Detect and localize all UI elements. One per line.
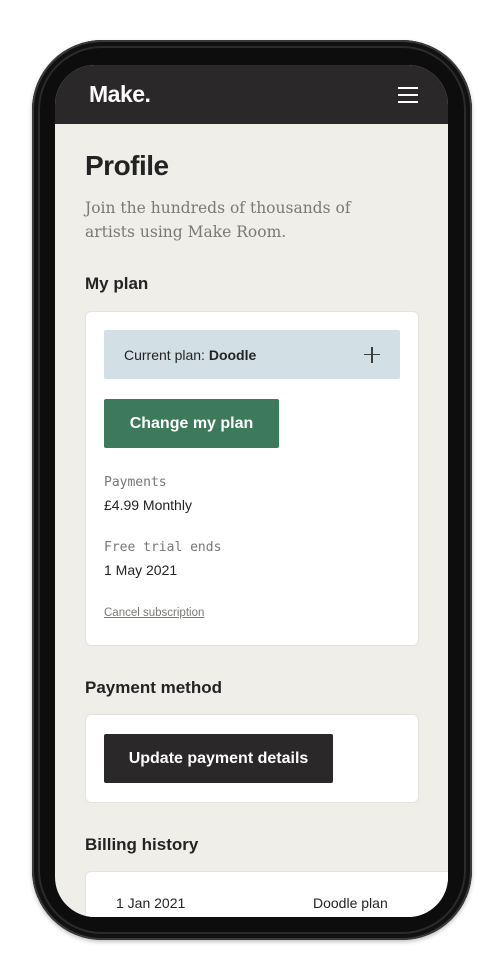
billing-plan: Doodle plan	[313, 895, 388, 911]
screen: Make. Profile Join the hundreds of thous…	[55, 65, 448, 917]
plus-icon[interactable]	[364, 346, 380, 363]
billing-history-table: 1 Jan 2021 Doodle plan	[85, 871, 448, 917]
my-plan-heading: My plan	[85, 274, 149, 293]
intro-text: Join the hundreds of thousands of artist…	[85, 199, 351, 241]
make-logo[interactable]: Make.	[89, 81, 151, 108]
current-plan-bar[interactable]: Current plan: Doodle	[104, 330, 400, 379]
trial-ends-value: 1 May 2021	[104, 562, 178, 578]
current-plan-name: Doodle	[208, 346, 257, 363]
cancel-subscription-link[interactable]: Cancel subscription	[104, 607, 204, 619]
update-payment-button[interactable]: Update payment details	[104, 734, 333, 783]
page-title: Profile	[85, 150, 169, 181]
billing-history-heading: Billing history	[85, 835, 199, 854]
billing-date: 1 Jan 2021	[116, 895, 186, 911]
hamburger-menu-icon[interactable]	[398, 86, 418, 103]
change-plan-button[interactable]: Change my plan	[104, 399, 279, 448]
payments-value: £4.99 Monthly	[104, 497, 192, 513]
top-navbar: Make.	[55, 65, 448, 124]
payments-label: Payments	[104, 475, 167, 490]
trial-ends-label: Free trial ends	[104, 540, 222, 555]
payment-method-card: Update payment details	[85, 714, 419, 803]
current-plan-text: Current plan: Doodle	[124, 346, 257, 363]
my-plan-card: Current plan: Doodle Change my plan Paym…	[85, 311, 419, 646]
payment-method-heading: Payment method	[85, 678, 222, 697]
